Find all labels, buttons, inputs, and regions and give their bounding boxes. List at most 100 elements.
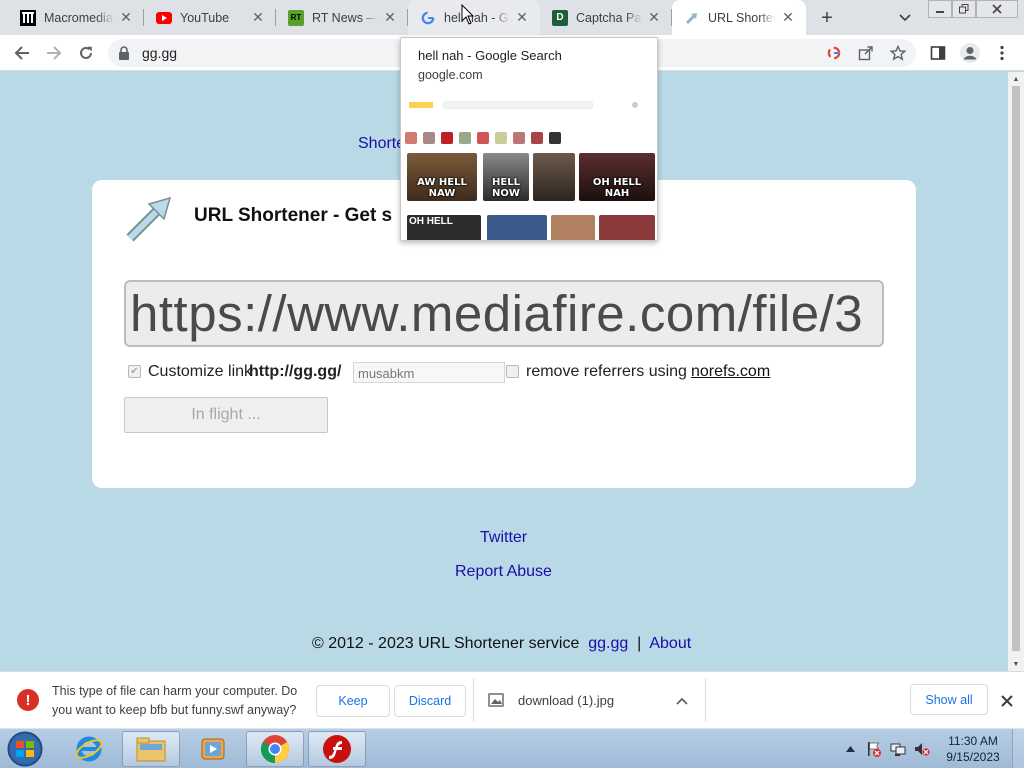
- close-icon[interactable]: ✕: [382, 9, 398, 26]
- customize-label: Customize link: [148, 363, 253, 380]
- mini-search-bar: [409, 101, 638, 109]
- close-icon: [1001, 695, 1013, 707]
- top-link[interactable]: Shorte: [358, 135, 405, 153]
- meme-thumbnail: [551, 215, 595, 240]
- tab-youtube[interactable]: YouTube ✕: [144, 0, 276, 35]
- internet-explorer-taskbar[interactable]: [60, 731, 118, 767]
- window-close-button[interactable]: [976, 0, 1018, 18]
- back-button[interactable]: [8, 39, 36, 67]
- more-vert-icon: [1000, 45, 1004, 61]
- share-icon[interactable]: [856, 43, 876, 63]
- flash-player-taskbar[interactable]: [308, 731, 366, 767]
- start-button[interactable]: [4, 730, 46, 768]
- media-player-taskbar[interactable]: [184, 731, 242, 767]
- chrome-taskbar[interactable]: [246, 731, 304, 767]
- hover-card-title: hell nah - Google Search: [418, 48, 562, 63]
- reload-button[interactable]: [72, 39, 100, 67]
- report-abuse-link[interactable]: Report Abuse: [455, 563, 552, 581]
- restore-button[interactable]: [952, 0, 976, 18]
- network-tray[interactable]: [888, 729, 908, 768]
- tab-search-button[interactable]: [892, 6, 918, 30]
- scroll-down-icon[interactable]: ▼: [1008, 657, 1024, 671]
- copyright-text: © 2012 - 2023 URL Shortener service: [312, 635, 580, 652]
- close-download-bar-button[interactable]: [996, 690, 1018, 712]
- clock-date: 9/15/2023: [946, 750, 1000, 764]
- action-center-tray[interactable]: [864, 729, 884, 768]
- archive-icon: [20, 9, 36, 26]
- close-icon[interactable]: ✕: [780, 9, 796, 26]
- flash-icon: [323, 735, 351, 763]
- tab-captcha[interactable]: D Captcha Page ✕: [540, 0, 672, 35]
- tab-url-shortener[interactable]: URL Shortener ✕: [672, 0, 806, 35]
- download-filename: download (1).jpg: [518, 692, 615, 708]
- divider: [705, 678, 706, 722]
- tab-title: RT News — Breaking News: [312, 10, 378, 25]
- download-options-button[interactable]: [672, 691, 692, 711]
- network-icon: [890, 743, 906, 756]
- tab-rt-news[interactable]: RT RT News — Breaking News ✕: [276, 0, 408, 35]
- close-icon[interactable]: ✕: [118, 9, 134, 26]
- divider: [473, 678, 474, 722]
- meme-thumbnail: [487, 215, 547, 240]
- flag-alert-icon: [868, 742, 881, 757]
- minimize-button[interactable]: [928, 0, 952, 18]
- vertical-scrollbar[interactable]: ▲ ▼: [1008, 72, 1024, 671]
- keep-button[interactable]: Keep: [316, 685, 390, 717]
- side-panel-button[interactable]: [924, 39, 952, 67]
- forward-button[interactable]: [40, 39, 68, 67]
- download-bar: ! This type of file can harm your comput…: [0, 671, 1024, 728]
- tray-expand-button[interactable]: [842, 729, 858, 768]
- card-title: URL Shortener - Get s: [194, 205, 393, 226]
- tab-title: Macromedia Flash Player: [44, 10, 114, 25]
- address-text: gg.gg: [142, 45, 178, 61]
- discard-button[interactable]: Discard: [394, 685, 466, 717]
- bookmark-star-icon[interactable]: [888, 43, 908, 63]
- close-icon[interactable]: ✕: [646, 9, 662, 26]
- volume-tray[interactable]: [912, 729, 932, 768]
- menu-button[interactable]: [988, 39, 1016, 67]
- twitter-link[interactable]: Twitter: [480, 529, 527, 547]
- explorer-taskbar[interactable]: [122, 731, 180, 767]
- arrow-right-icon: [47, 46, 62, 60]
- close-icon[interactable]: ✕: [250, 9, 266, 26]
- media-player-icon: [201, 738, 225, 760]
- tab-title: URL Shortener: [708, 10, 776, 25]
- alias-input[interactable]: musabkm: [353, 362, 505, 383]
- restore-icon: [959, 4, 969, 14]
- new-tab-button[interactable]: +: [814, 5, 840, 31]
- scroll-thumb[interactable]: [1012, 86, 1020, 651]
- scroll-up-icon[interactable]: ▲: [1008, 72, 1024, 86]
- meme-thumbnail: OH HELL: [407, 215, 481, 240]
- show-desktop-button[interactable]: [1012, 729, 1024, 768]
- shorten-button[interactable]: In flight ...: [124, 397, 328, 433]
- arrow-logo-icon: [126, 196, 172, 242]
- profile-button[interactable]: [956, 39, 984, 67]
- tab-hover-card: hell nah - Google Search google.com AW H…: [400, 37, 658, 241]
- tab-macromedia[interactable]: Macromedia Flash Player ✕: [8, 0, 144, 35]
- long-url-input[interactable]: https://www.mediafire.com/file/3: [124, 280, 884, 347]
- page-thumbnail: AW HELL NAW HELL NOW OH HELL NAH OH HELL: [403, 97, 657, 240]
- gg-link[interactable]: gg.gg: [588, 635, 628, 652]
- show-all-button[interactable]: Show all: [910, 684, 988, 715]
- avatar-icon: [960, 43, 980, 63]
- close-icon[interactable]: ✕: [514, 9, 530, 26]
- mouse-cursor-icon: [461, 4, 475, 25]
- tab-title: YouTube: [180, 10, 230, 25]
- lock-icon: [119, 46, 129, 60]
- referrer-checkbox[interactable]: [506, 365, 519, 378]
- download-item[interactable]: download (1).jpg: [488, 692, 614, 708]
- google-icon: [420, 10, 436, 26]
- warning-icon: !: [17, 689, 39, 711]
- meme-thumbnail: OH HELL NAH: [579, 153, 655, 201]
- about-link[interactable]: About: [649, 635, 691, 652]
- arrow-left-icon: [14, 46, 29, 60]
- youtube-icon: [156, 10, 172, 26]
- tab-title: Captcha Page: [576, 10, 642, 25]
- customize-checkbox[interactable]: ✔: [128, 365, 141, 378]
- reload-icon: [80, 46, 92, 59]
- system-clock[interactable]: 11:30 AM 9/15/2023: [936, 733, 1010, 765]
- plus-icon: +: [821, 6, 833, 29]
- side-panel-icon: [930, 46, 946, 60]
- norefs-link[interactable]: norefs.com: [691, 363, 770, 381]
- google-lens-icon[interactable]: [824, 43, 844, 63]
